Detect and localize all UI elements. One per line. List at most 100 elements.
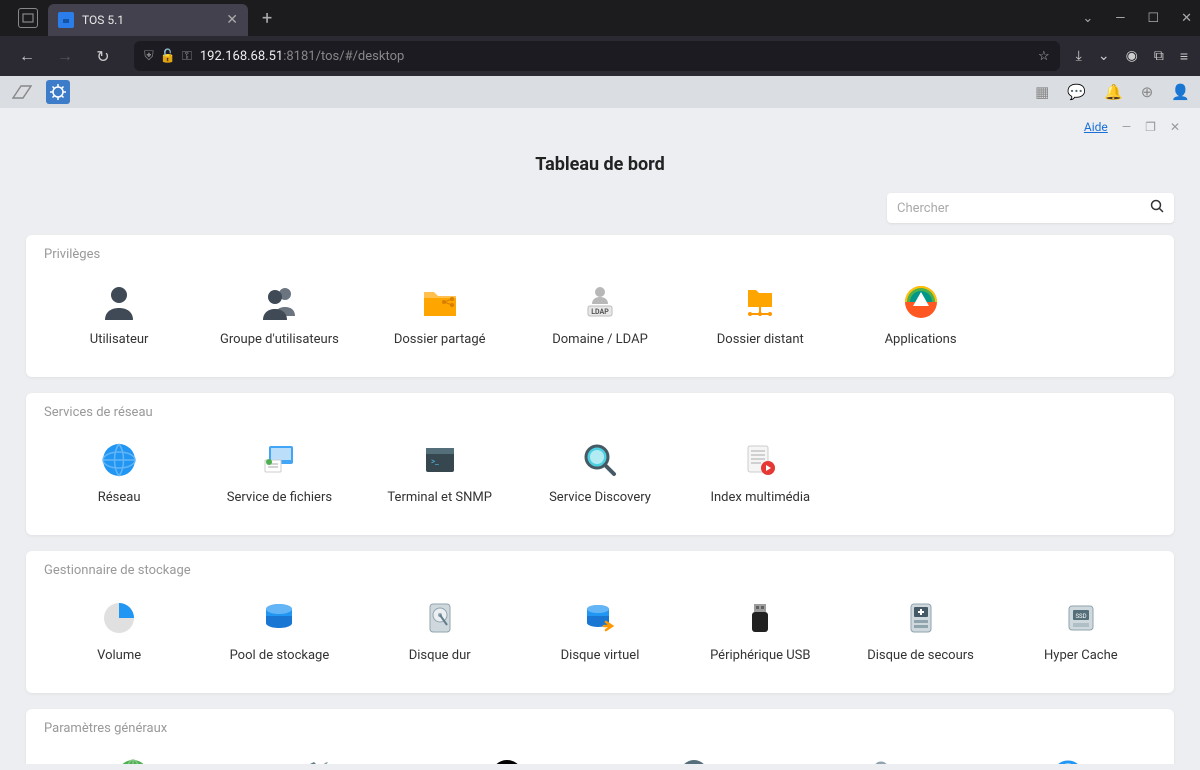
virtual-disk-icon — [578, 598, 622, 638]
user-icon[interactable]: 👤 — [1171, 83, 1190, 101]
tools-icon — [298, 756, 342, 764]
item-usb-device[interactable]: Périphérique USB — [685, 592, 835, 671]
desktop-area: Aide — ❐ ✕ Tableau de bord Privilèges Ut… — [0, 108, 1200, 770]
tab-close-icon[interactable]: ✕ — [226, 12, 238, 28]
browser-titlebar: TOS 5.1 ✕ + ⌄ — ☐ ✕ — [0, 0, 1200, 36]
chat-icon[interactable]: 💬 — [1067, 83, 1086, 101]
browser-tab[interactable]: TOS 5.1 ✕ — [48, 4, 248, 36]
section-title: Gestionnaire de stockage — [44, 563, 1156, 578]
network-globe-icon — [97, 440, 141, 480]
back-button[interactable]: ← — [12, 41, 42, 71]
section-title: Privilèges — [44, 247, 1156, 262]
database-icon — [257, 598, 301, 638]
item-shared-folder[interactable]: Dossier partagé — [365, 276, 515, 355]
maximize-button[interactable]: ☐ — [1147, 11, 1159, 26]
item-file-service[interactable]: Service de fichiers — [204, 434, 354, 513]
item-spare-disk[interactable]: Disque de secours — [845, 592, 995, 671]
browser-toolbar: ← → ↻ ⛨ 🔓 ⚿ 192.168.68.51:8181/tos/#/des… — [0, 36, 1200, 76]
magnifier-icon — [578, 440, 622, 480]
close-button[interactable]: ✕ — [1181, 11, 1192, 26]
section-network-services: Services de réseau Réseau Service de fic… — [26, 393, 1174, 535]
section-storage-manager: Gestionnaire de stockage Volume Pool de … — [26, 551, 1174, 693]
search-input[interactable] — [897, 201, 1150, 216]
item-system[interactable]: Système — [979, 750, 1156, 764]
page-title: Tableau de bord — [6, 154, 1194, 175]
key-icon[interactable]: ⚿ — [182, 49, 192, 64]
lock-icon — [859, 756, 903, 764]
item-scheduled-tasks[interactable]: Tâches planifiées — [418, 750, 595, 764]
search-icon[interactable] — [1150, 199, 1164, 217]
desktop-switch-icon[interactable] — [10, 80, 34, 104]
usb-icon — [738, 598, 782, 638]
item-domain-ldap[interactable]: LDAP Domaine / LDAP — [525, 276, 675, 355]
media-index-icon — [738, 440, 782, 480]
terminal-icon: >_ — [418, 440, 462, 480]
file-service-icon — [257, 440, 301, 480]
hdd-icon — [418, 598, 462, 638]
app-toolbar: ▦ 💬 🔔 ⊕ 👤 — [0, 76, 1200, 108]
tab-title: TOS 5.1 — [82, 13, 218, 27]
window-minimize-icon[interactable]: — — [1122, 120, 1131, 134]
chevron-down-icon[interactable]: ⌄ — [1082, 11, 1093, 26]
ssd-icon: SSD — [1059, 598, 1103, 638]
section-general-settings: Paramètres généraux Région et Langue Mat… — [26, 709, 1174, 764]
item-remote-folder[interactable]: Dossier distant — [685, 276, 835, 355]
item-region-language[interactable]: Région et Langue — [44, 750, 221, 764]
workspace-icon[interactable] — [18, 8, 38, 28]
item-hardware-power[interactable]: Matériel informatique et Alimentation — [231, 750, 408, 764]
help-link[interactable]: Aide — [1084, 120, 1108, 134]
item-user[interactable]: Utilisateur — [44, 276, 194, 355]
menu-icon[interactable]: ≡ — [1180, 48, 1188, 65]
item-storage-pool[interactable]: Pool de stockage — [204, 592, 354, 671]
tab-favicon — [58, 12, 74, 28]
item-media-index[interactable]: Index multimédia — [685, 434, 835, 513]
spare-disk-icon — [899, 598, 943, 638]
section-title: Services de réseau — [44, 405, 1156, 420]
item-hyper-cache[interactable]: SSD Hyper Cache — [1006, 592, 1156, 671]
shield-icon[interactable]: ⛨ — [144, 49, 154, 64]
users-group-icon — [257, 282, 301, 322]
url-bar[interactable]: ⛨ 🔓 ⚿ 192.168.68.51:8181/tos/#/desktop ☆ — [134, 41, 1060, 71]
window-close-icon[interactable]: ✕ — [1170, 120, 1180, 134]
user-solid-icon — [97, 282, 141, 322]
pocket-icon[interactable]: ⌄ — [1098, 48, 1110, 64]
window-header: Aide — ❐ ✕ — [6, 114, 1194, 140]
dashboard-widget-icon[interactable]: ▦ — [1035, 83, 1049, 101]
search-box[interactable] — [887, 193, 1174, 223]
item-security[interactable]: Sécurité — [792, 750, 969, 764]
item-terminal-snmp[interactable]: >_ Terminal et SNMP — [365, 434, 515, 513]
svg-text:>_: >_ — [431, 457, 439, 466]
item-service-discovery[interactable]: Service Discovery — [525, 434, 675, 513]
section-title: Paramètres généraux — [44, 721, 1156, 736]
star-icon[interactable]: ☆ — [1038, 49, 1050, 64]
control-panel-window: Aide — ❐ ✕ Tableau de bord Privilèges Ut… — [6, 114, 1194, 764]
globe-icon[interactable]: ⊕ — [1141, 83, 1154, 101]
forward-button[interactable]: → — [50, 41, 80, 71]
minimize-button[interactable]: — — [1115, 11, 1125, 26]
item-notification[interactable]: Notification — [605, 750, 782, 764]
item-applications[interactable]: Applications — [845, 276, 995, 355]
svg-text:LDAP: LDAP — [591, 308, 609, 316]
url-text: 192.168.68.51:8181/tos/#/desktop — [200, 49, 404, 64]
bell-icon[interactable]: 🔔 — [1104, 83, 1123, 101]
item-hard-disk[interactable]: Disque dur — [365, 592, 515, 671]
lock-broken-icon[interactable]: 🔓 — [160, 49, 176, 64]
item-group[interactable]: Groupe d'utilisateurs — [204, 276, 354, 355]
new-tab-button[interactable]: + — [262, 8, 272, 29]
control-panel-icon[interactable] — [46, 80, 70, 104]
globe-green-icon — [111, 756, 155, 764]
account-icon[interactable]: ◉ — [1126, 48, 1138, 64]
section-privileges: Privilèges Utilisateur Groupe d'utilisat… — [26, 235, 1174, 377]
item-virtual-disk[interactable]: Disque virtuel — [525, 592, 675, 671]
list-circle-icon — [485, 756, 529, 764]
pie-chart-icon — [97, 598, 141, 638]
window-maximize-icon[interactable]: ❐ — [1145, 120, 1156, 134]
reload-button[interactable]: ↻ — [88, 41, 118, 71]
ldap-icon: LDAP — [578, 282, 622, 322]
extensions-icon[interactable]: ⧉ — [1154, 48, 1164, 64]
item-volume[interactable]: Volume — [44, 592, 194, 671]
chat-bubble-icon — [672, 756, 716, 764]
folder-network-icon — [738, 282, 782, 322]
item-network[interactable]: Réseau — [44, 434, 194, 513]
download-icon[interactable]: ⤓ — [1076, 48, 1082, 64]
